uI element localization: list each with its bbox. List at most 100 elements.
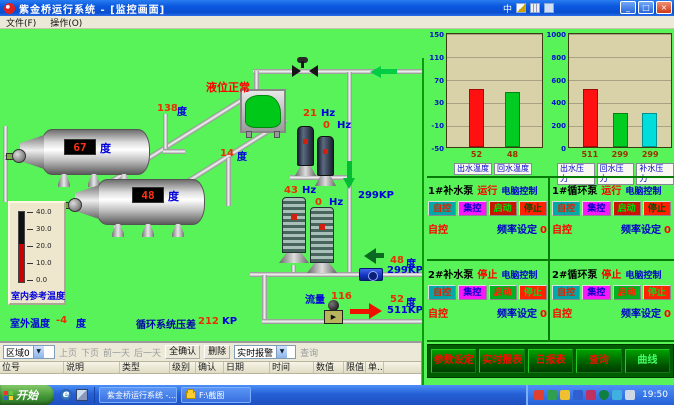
daily-report-button[interactable]: 日报表 (528, 349, 573, 373)
delete-button[interactable]: 删除 (204, 345, 230, 359)
col-unit: 单.. (366, 362, 384, 373)
makeup-pump-1-hz-value: 21 (303, 108, 317, 119)
riser-pressure-label: 299KP (358, 190, 394, 201)
action-button-bar: 参数设定 实时报表 日报表 查询 曲线 (427, 344, 674, 378)
tank-leg (172, 224, 184, 237)
circulation-pump-2[interactable] (310, 207, 334, 263)
flow-meter-icon[interactable]: ▶ (324, 300, 344, 326)
pump-control-mode: 电脑控制 (501, 268, 537, 281)
realtime-report-button[interactable]: 实时报表 (479, 349, 524, 373)
ack-all-button[interactable]: 全确认 (165, 345, 200, 359)
pump-status: 运行 (601, 182, 621, 197)
pipe-temp-unit: 度 (177, 103, 187, 118)
tank-1-temp-unit: 度 (100, 140, 111, 156)
thermo-tick: 10.0 (36, 259, 64, 267)
pump-control-mode: 电脑控制 (625, 184, 661, 197)
tray-icon[interactable] (573, 390, 583, 400)
show-desktop-icon[interactable] (76, 389, 88, 401)
start-button[interactable]: 启动 (613, 201, 641, 216)
auto-control-button[interactable]: 自控 (552, 285, 580, 300)
toolbar-options-icon[interactable] (544, 3, 554, 13)
area-select[interactable]: 区域0 ▼ (3, 345, 55, 359)
col-type: 类型 (120, 362, 170, 373)
shield-icon[interactable] (599, 390, 609, 400)
thermo-tick: 20.0 (36, 242, 64, 250)
chevron-down-icon[interactable]: ▼ (276, 346, 287, 358)
auto-control-button[interactable]: 自控 (428, 201, 456, 216)
water-storage-tank (240, 89, 286, 133)
tray-icon[interactable] (625, 390, 635, 400)
flow-arrow-shaft (368, 253, 384, 258)
start-button[interactable]: 启动 (489, 285, 517, 300)
desktop: 紫金桥运行系统 - [监控画面] 中 _ □ × 文件(F) 操作(O) (0, 0, 674, 405)
tray-icon[interactable] (586, 390, 596, 400)
circulation-pump-1[interactable] (282, 197, 306, 253)
next-day-button: 后一天 (134, 346, 161, 359)
current-mode: 自控 (428, 305, 448, 320)
tank-leg (58, 174, 70, 187)
col-tag: 位号 (0, 362, 64, 373)
tank-1-temp-display: 67 (64, 139, 96, 155)
pipe-138-elbow (163, 149, 185, 154)
col-level: 级别 (170, 362, 196, 373)
central-control-button[interactable]: 集控 (458, 285, 486, 300)
flow-value: 116 (331, 291, 352, 302)
pump-panel-1-circulation: 1#循环泵 运行 电脑控制 自控 集控 启动 停止 自控 频率设定0 (552, 182, 671, 244)
menu-operate[interactable]: 操作(O) (50, 16, 82, 29)
motor-valve-icon[interactable] (292, 57, 314, 79)
tray-icon[interactable] (560, 390, 570, 400)
central-control-button[interactable]: 集控 (582, 201, 610, 216)
query-button[interactable]: 查询 (576, 349, 621, 373)
pump-name: 1#循环泵 (552, 182, 597, 197)
hz-unit: Hz (321, 108, 335, 119)
taskbar-task-folder[interactable]: F:\截图 (181, 387, 251, 403)
y-axis-tick: 800 (551, 54, 566, 62)
thermometer-tube (18, 211, 25, 283)
auto-control-button[interactable]: 自控 (552, 201, 580, 216)
close-button[interactable]: × (656, 1, 672, 14)
pump-status: 停止 (477, 266, 497, 281)
col-date: 日期 (224, 362, 270, 373)
internet-explorer-icon[interactable]: e (60, 389, 72, 401)
supply-valve-icon[interactable] (359, 268, 383, 281)
makeup-pump-1[interactable] (297, 126, 314, 166)
makeup-pump-2[interactable] (317, 136, 334, 176)
stop-button[interactable]: 停止 (519, 285, 547, 300)
folder-icon (186, 391, 196, 399)
start-button[interactable]: 开始 (0, 385, 54, 405)
ime-chinese-indicator[interactable]: 中 (503, 2, 512, 15)
start-button[interactable]: 启动 (489, 201, 517, 216)
chevron-down-icon[interactable]: ▼ (33, 346, 44, 358)
central-control-button[interactable]: 集控 (458, 201, 486, 216)
stop-button[interactable]: 停止 (643, 201, 671, 216)
y-axis-tick: 30 (434, 99, 444, 107)
tank-1-pump[interactable] (6, 146, 28, 166)
stop-button[interactable]: 停止 (643, 285, 671, 300)
y-axis-tick: 200 (551, 122, 566, 130)
tray-icon[interactable] (547, 390, 557, 400)
param-setting-button[interactable]: 参数设定 (431, 349, 476, 373)
restore-button[interactable]: □ (638, 1, 654, 14)
tray-icon[interactable] (612, 390, 622, 400)
keyboard-icon[interactable] (530, 3, 540, 13)
taskbar-task-scada[interactable]: 紫金桥运行系统 -... (99, 387, 177, 403)
pump-base (307, 263, 337, 273)
hz-unit: Hz (329, 197, 343, 208)
minimize-button[interactable]: _ (620, 1, 636, 14)
menu-file[interactable]: 文件(F) (6, 16, 36, 29)
current-mode: 自控 (552, 305, 572, 320)
circ-pump-1-hz-value: 43 (284, 185, 298, 196)
tank-level-fill (245, 95, 281, 128)
pen-input-icon[interactable] (516, 3, 526, 13)
current-mode: 自控 (428, 221, 448, 236)
tray-icon[interactable] (534, 390, 544, 400)
alarm-mode-select[interactable]: 实时报警 ▼ (234, 345, 296, 359)
stop-button[interactable]: 停止 (519, 201, 547, 216)
flow-arrow-shaft (347, 161, 352, 179)
central-control-button[interactable]: 集控 (582, 285, 610, 300)
auto-control-button[interactable]: 自控 (428, 285, 456, 300)
start-button[interactable]: 启动 (613, 285, 641, 300)
query-toolbar-button: 查询 (300, 346, 318, 359)
curve-button[interactable]: 曲线 (625, 349, 670, 373)
language-bar[interactable]: 中 (503, 1, 554, 15)
